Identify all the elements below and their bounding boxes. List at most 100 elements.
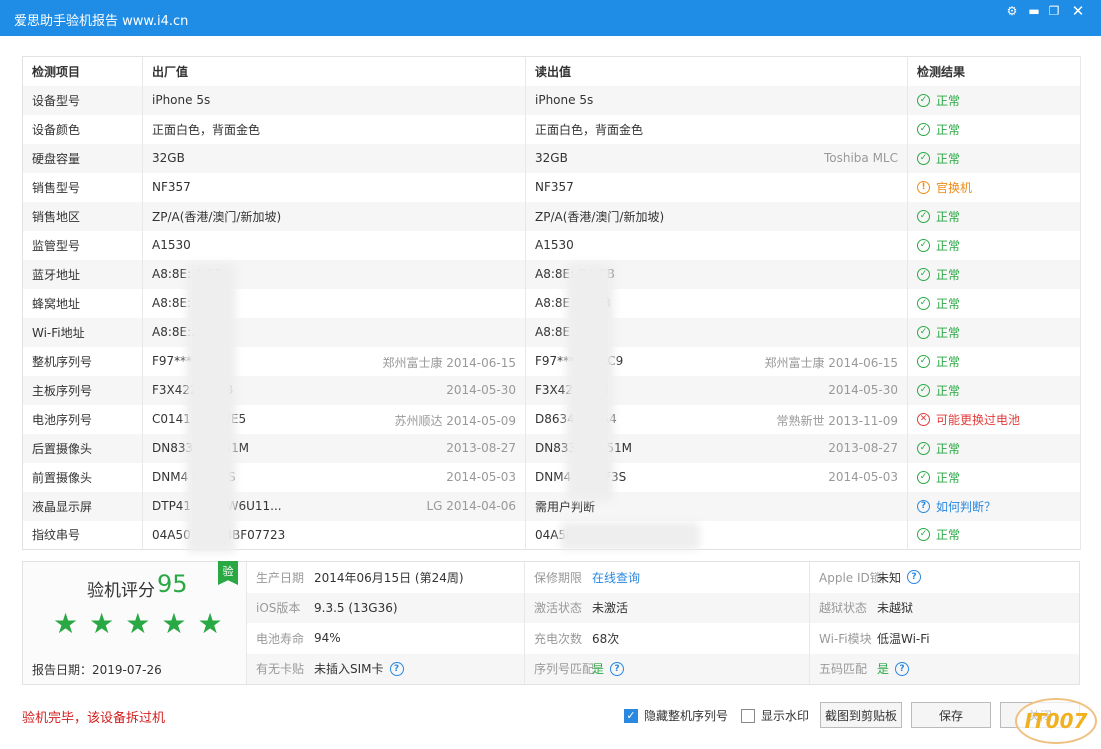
result-text: 正常 [936,122,961,137]
factory-value: 正面白色，背面金色 [152,122,261,137]
check-circle-icon: ✓ [917,383,930,397]
info-key: 电池寿命 [256,631,305,646]
result-text: 正常 [936,151,961,166]
check-circle-icon: ✓ [917,296,930,310]
result-cell: ✕ 可能更换过电池 [907,404,1081,434]
result-cell: ✓ 正常 [907,143,1081,173]
info-key: Wi-Fi模块 [819,631,872,646]
read-note: 2014-05-03 [828,469,898,484]
read-note: 常熟新世 2013-11-09 [776,413,898,428]
table-row: 硬盘容量 32GB 32GB Toshiba MLC ✓ 正常 [22,143,1081,173]
info-cell: Apple ID锁 未知? [810,562,1079,593]
table-row: 主板序列号F3X422 7V2B2014-05-30F3X42 7V2B2014… [22,375,1081,405]
factory-note: LG 2014-04-06 [426,498,516,513]
it007-logo: IT007 [1015,698,1097,744]
watermark-checkbox[interactable]: 显示水印 [741,707,809,724]
info-key: 五码匹配 [819,662,868,677]
summary-panel: 验 验机评分 95 ★ ★ ★ ★ ★ 报告日期：2019-07-26 生产日期 2014… [22,561,1080,685]
result-cell: ✓ 正常 [907,201,1081,231]
checkbox-unchecked-icon[interactable] [741,708,755,723]
read-value: iPhone 5s [535,93,594,107]
factory-value-cell: A1530 [142,230,526,260]
star-rating: ★ ★ ★ ★ ★ [53,610,223,638]
result-cell: ✓ 正常 [907,85,1081,115]
result-text: 正常 [936,383,961,398]
info-cell: 充电次数 68次 [525,623,810,654]
restore-icon[interactable]: ❐ [1043,3,1065,19]
star-icon: ★ [53,607,79,640]
info-value: 未知 [877,570,902,585]
minimize-icon[interactable]: ▬ [1023,3,1045,19]
read-note: 2013-08-27 [828,440,898,455]
factory-note: 郑州富士康 2014-06-15 [382,355,516,370]
item-name: 设备颜色 [22,114,143,144]
result-cell[interactable]: ? 如何判断？ [907,491,1081,521]
device-info-grid: 生产日期 2014年06月15日 (第24周) 保修期限 在线查询 Apple ID锁未… [247,562,1079,684]
factory-value: NF357 [152,180,191,194]
check-circle-icon: ✓ [917,470,930,484]
table-row: 电池序列号C0141 FHCWE5苏州顺达 2014-05-09D8634 HF… [22,404,1081,434]
result-cell: ✓ 正常 [907,520,1081,550]
result-cell: ✓ 正常 [907,288,1081,318]
info-cell: 激活状态 未激活 [525,592,810,623]
result-text: 正常 [936,528,961,543]
item-name: 销售地区 [22,201,143,231]
help-icon[interactable]: ? [895,661,910,676]
result-text: 正常 [936,354,961,369]
result-text[interactable]: 如何判断？ [936,498,996,515]
help-icon[interactable]: ? [610,661,625,676]
factory-value: iPhone 5s [152,93,211,107]
privacy-blur [560,522,700,550]
factory-value: A1530 [152,238,191,252]
warning-circle-icon: ! [917,180,930,194]
score-value: 95 [157,570,188,598]
help-icon[interactable]: ? [389,661,404,676]
hide-serial-checkbox[interactable]: ✓ 隐藏整机序列号 [624,707,728,724]
copy-screenshot-button[interactable]: 截图到剪贴板 [820,702,902,728]
info-value: 是 [877,662,890,677]
info-value: 94% [314,631,341,646]
hide-serial-label: 隐藏整机序列号 [644,709,729,723]
result-text: 正常 [936,296,961,311]
privacy-blur [186,263,236,553]
result-cell: ✓ 正常 [907,230,1081,260]
check-circle-icon: ✓ [917,151,930,165]
factory-note: 2014-05-03 [446,469,516,484]
read-note: Toshiba MLC [823,150,898,165]
info-cell: iOS版本 9.3.5 (13G36) [247,592,525,623]
item-name: 前置摄像头 [22,462,143,492]
result-text: 可能更换过电池 [936,412,1021,427]
settings-icon[interactable]: ⚙ [1001,3,1023,19]
info-cell: 越狱状态 未越狱 [810,592,1079,623]
table-header-row: 检测项目 出厂值 读出值 检测结果 [22,56,1081,86]
read-value: NF357 [535,180,574,194]
close-icon[interactable]: ✕ [1067,2,1089,20]
score-panel: 验 验机评分 95 ★ ★ ★ ★ ★ 报告日期：2019-07-26 [23,561,247,684]
star-icon: ★ [125,607,151,640]
info-key: 充电次数 [534,631,583,646]
checkbox-checked-icon[interactable]: ✓ [624,708,638,723]
result-cell: ! 官换机 [907,172,1081,202]
table-row: Wi-Fi地址A8:8E:2 9AA8:8E D:9A✓正常 [22,317,1081,347]
inspection-table: 检测项目 出厂值 读出值 检测结果 设备型号 iPhone 5s iPhone 5s… [22,56,1081,550]
save-button[interactable]: 保存 [911,702,991,728]
help-icon[interactable]: ? [907,570,922,585]
result-text: 正常 [936,325,961,340]
error-circle-icon: ✕ [917,412,930,426]
info-value[interactable]: 在线查询 [592,569,640,586]
read-value-cell: iPhone 5s [525,85,908,115]
factory-value-cell: 正面白色，背面金色 [142,114,526,144]
star-icon: ★ [161,607,187,640]
factory-note: 2013-08-27 [446,440,516,455]
result-text: 正常 [936,238,961,253]
check-circle-icon: ✓ [917,354,930,368]
info-cell: 生产日期 2014年06月15日 (第24周) [247,562,525,593]
table-row: 设备型号 iPhone 5s iPhone 5s ✓ 正常 [22,85,1081,115]
result-text: 正常 [936,267,961,282]
column-header: 出厂值 [142,56,526,86]
read-value-cell: ZP/A(香港/澳门/新加坡) [525,201,908,231]
table-row: 监管型号 A1530 A1530 ✓ 正常 [22,230,1081,260]
result-cell: ✓ 正常 [907,114,1081,144]
table-row: 液晶显示屏 DTP41 A11XW6U11... LG 2014-04-06 需用户判… [22,491,1081,521]
result-cell: ✓ 正常 [907,317,1081,347]
